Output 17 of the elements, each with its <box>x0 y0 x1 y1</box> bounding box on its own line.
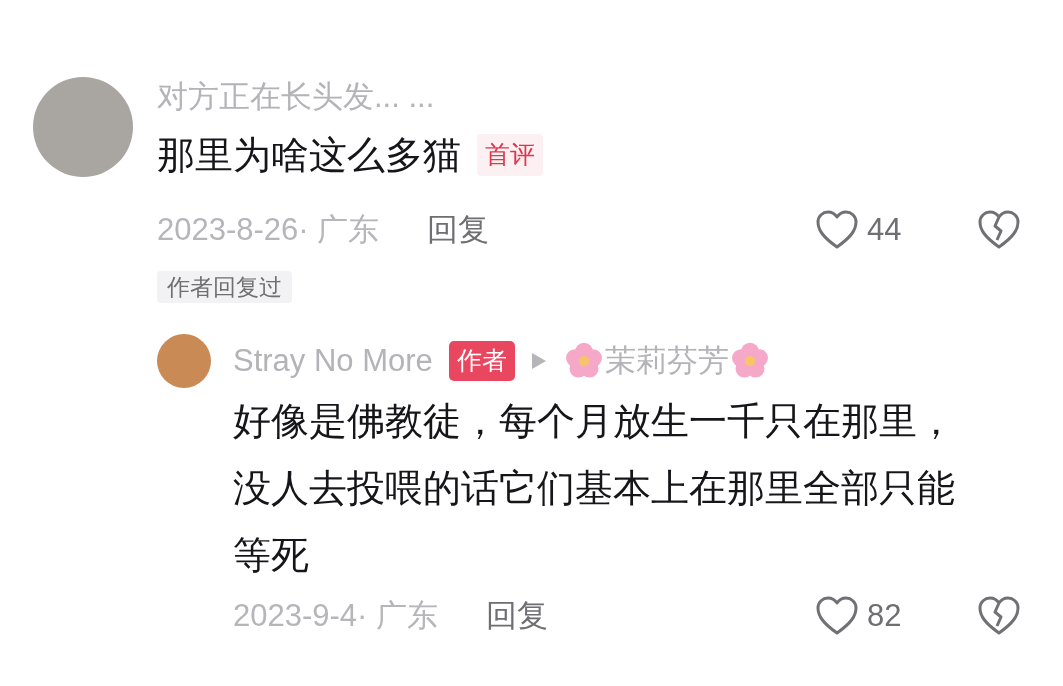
comment-date: 2023-8-26· 广东 <box>157 211 380 249</box>
reply-button[interactable]: 回复 <box>427 207 490 254</box>
first-comment-badge: 首评 <box>477 134 543 176</box>
comment-date: 2023-9-4· 广东 <box>233 597 439 635</box>
author-badge: 作者 <box>448 341 515 381</box>
broken-heart-icon[interactable] <box>977 596 1021 637</box>
comment-text: 那里为啥这么多猫 <box>157 133 461 178</box>
broken-heart-icon[interactable] <box>977 210 1021 251</box>
triangle-icon <box>530 352 547 370</box>
heart-icon[interactable] <box>815 210 859 251</box>
author-replied-tag[interactable]: 作者回复过 <box>157 270 292 303</box>
like-count: 82 <box>867 597 902 635</box>
reply-text: 好像是佛教徒，每个月放生一千只在那里，没人去投喂的话它们基本上在那里全部只能等死 <box>233 399 956 578</box>
heart-icon[interactable] <box>815 596 859 637</box>
reply-button[interactable]: 回复 <box>486 593 549 640</box>
avatar-photo[interactable] <box>157 334 211 388</box>
like-count: 44 <box>867 211 902 249</box>
